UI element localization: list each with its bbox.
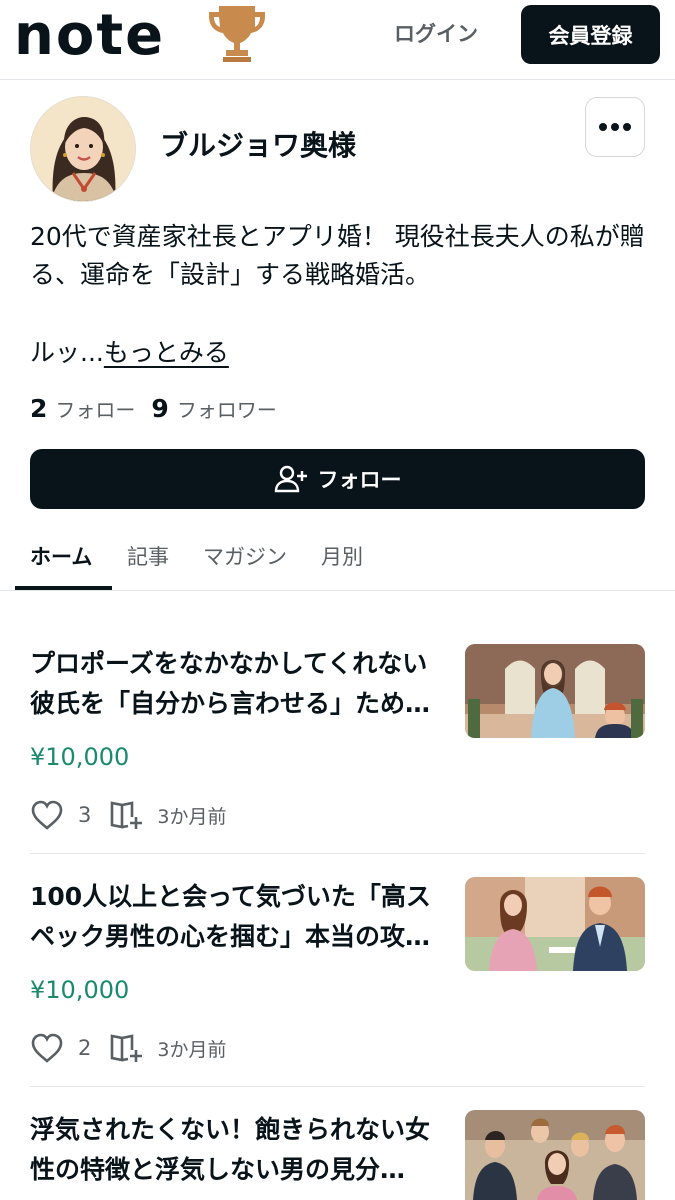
article-title[interactable]: 浮気されたくない！飽きられない女性の特徴と浮気しない男の見分… [30, 1110, 445, 1190]
bio-truncated: ルッ... [30, 338, 104, 367]
active-tab-indicator [15, 586, 112, 590]
follow-button[interactable]: フォロー [30, 449, 645, 509]
magazine-add-icon[interactable] [109, 1032, 143, 1064]
article-thumbnail[interactable] [465, 1110, 645, 1200]
follow-stats: 2 フォロー 9 フォロワー [30, 394, 293, 423]
article-price: ¥10,000 [30, 743, 130, 771]
article-divider [30, 853, 645, 854]
more-link[interactable]: もっとみる [104, 338, 229, 367]
tab-articles[interactable]: 記事 [127, 542, 169, 572]
logo-text: note [14, 3, 166, 68]
article-title[interactable]: プロポーズをなかなかしてくれない彼氏を「自分から言わせる」ため… [30, 644, 445, 724]
thumbnail-image [465, 877, 645, 971]
article-title[interactable]: 100人以上と会って気づいた「高スペック男性の心を掴む」本当の攻… [30, 877, 445, 957]
tab-monthly[interactable]: 月別 [321, 542, 363, 572]
note-logo[interactable]: note [14, 6, 165, 66]
article-price: ¥10,000 [30, 976, 130, 1004]
avatar-illustration [31, 97, 135, 201]
article-card[interactable]: 浮気されたくない！飽きられない女性の特徴と浮気しない男の見分… [30, 1110, 645, 1200]
published-time: 3か月前 [157, 1038, 227, 1061]
tab-home[interactable]: ホーム [30, 542, 92, 572]
user-plus-icon [274, 465, 307, 493]
bio-more-line: ルッ...もっとみる [30, 334, 229, 372]
article-meta: 2 3か月前 [30, 1031, 226, 1065]
following-count[interactable]: 2 [30, 394, 47, 423]
heart-icon[interactable] [30, 1033, 64, 1063]
heart-icon[interactable] [30, 800, 64, 830]
thumbnail-image [465, 1110, 645, 1200]
article-card[interactable]: プロポーズをなかなかしてくれない彼氏を「自分から言わせる」ため… ¥10,000… [30, 644, 645, 844]
more-horizontal-icon [599, 123, 631, 131]
followers-count[interactable]: 9 [151, 394, 168, 423]
magazine-add-icon[interactable] [109, 799, 143, 831]
signup-button[interactable]: 会員登録 [521, 5, 660, 64]
article-divider [30, 1086, 645, 1087]
like-count[interactable]: 3 [78, 803, 91, 827]
article-thumbnail[interactable] [465, 644, 645, 738]
more-options-button[interactable] [585, 97, 645, 157]
site-header: note ログイン 会員登録 [0, 0, 675, 80]
like-count[interactable]: 2 [78, 1036, 91, 1060]
article-card[interactable]: 100人以上と会って気づいた「高スペック男性の心を掴む」本当の攻… ¥10,00… [30, 877, 645, 1077]
follow-button-label: フォロー [317, 468, 402, 492]
trophy-icon [209, 6, 265, 62]
article-meta: 3 3か月前 [30, 798, 226, 832]
tab-magazines[interactable]: マガジン [203, 542, 287, 572]
login-link[interactable]: ログイン [394, 20, 478, 48]
profile-name[interactable]: ブルジョワ奥様 [160, 128, 356, 164]
published-time: 3か月前 [157, 805, 227, 828]
profile-bio: 20代で資産家社長とアプリ婚！ 現役社長夫人の私が贈る、運命を「設計」する戦略婚… [30, 222, 645, 289]
followers-label[interactable]: フォロワー [177, 394, 277, 423]
article-thumbnail[interactable] [465, 877, 645, 971]
avatar[interactable] [30, 96, 136, 202]
profile-tabs: ホーム 記事 マガジン 月別 [0, 530, 675, 591]
following-label[interactable]: フォロー [55, 394, 135, 423]
thumbnail-image [465, 644, 645, 738]
